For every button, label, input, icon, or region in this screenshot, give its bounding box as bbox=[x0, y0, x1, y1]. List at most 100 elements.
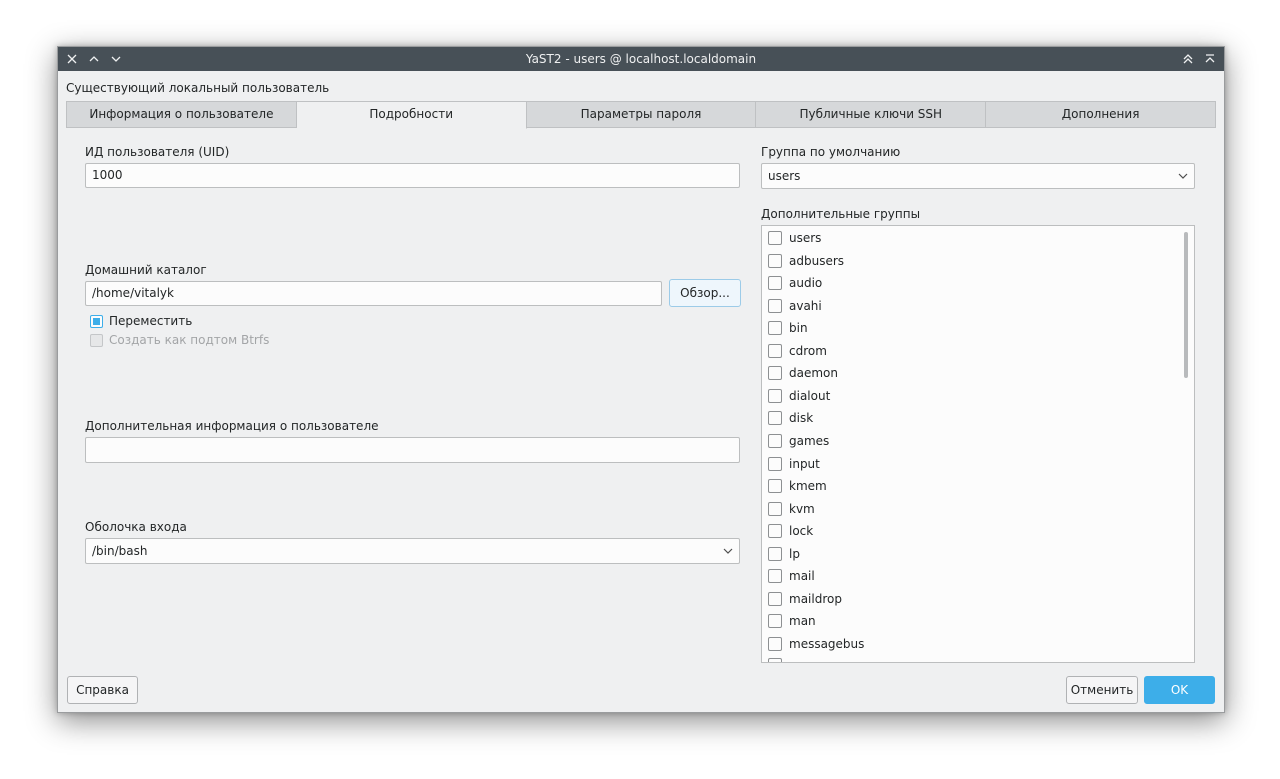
group-label: disk bbox=[789, 411, 814, 426]
help-button[interactable]: Справка bbox=[67, 676, 138, 704]
shell-select-value: /bin/bash bbox=[92, 544, 148, 558]
group-checkbox[interactable] bbox=[768, 614, 782, 629]
list-item-lp[interactable]: lp bbox=[768, 543, 800, 565]
list-item-input[interactable]: input bbox=[768, 453, 820, 475]
group-checkbox[interactable] bbox=[768, 276, 782, 291]
group-checkbox[interactable] bbox=[768, 546, 782, 561]
tab-ssh-keys[interactable]: Публичные ключи SSH bbox=[756, 101, 987, 128]
uid-input[interactable]: 1000 bbox=[85, 163, 740, 188]
title-bar: YaST2 - users @ localhost.localdomain bbox=[58, 47, 1224, 71]
group-checkbox[interactable] bbox=[768, 298, 782, 313]
group-checkbox[interactable] bbox=[768, 411, 782, 426]
list-item-daemon[interactable]: daemon bbox=[768, 362, 838, 384]
group-checkbox[interactable] bbox=[768, 433, 782, 448]
group-label: mail bbox=[789, 569, 815, 584]
group-checkbox[interactable] bbox=[768, 253, 782, 268]
browse-button[interactable]: Обзор... bbox=[669, 279, 741, 307]
move-checkbox-label: Переместить bbox=[109, 314, 193, 328]
move-checkbox[interactable] bbox=[90, 314, 103, 328]
list-item-cdrom[interactable]: cdrom bbox=[768, 340, 827, 362]
group-label: man bbox=[789, 614, 816, 629]
scrollbar[interactable] bbox=[1184, 232, 1188, 378]
shade-icon[interactable] bbox=[1180, 51, 1196, 67]
list-item-kmem[interactable]: kmem bbox=[768, 475, 827, 497]
tab-plugins[interactable]: Дополнения bbox=[986, 101, 1216, 128]
group-checkbox[interactable] bbox=[768, 366, 782, 381]
list-item-disk[interactable]: disk bbox=[768, 407, 813, 429]
group-checkbox[interactable] bbox=[768, 321, 782, 336]
group-checkbox[interactable] bbox=[768, 456, 782, 471]
group-label: dialout bbox=[789, 388, 831, 403]
list-item-maildrop[interactable]: maildrop bbox=[768, 588, 842, 610]
group-label: games bbox=[789, 433, 830, 448]
btrfs-checkbox-row: Создать как подтом Btrfs bbox=[90, 333, 269, 347]
group-label: maildrop bbox=[789, 591, 842, 606]
list-item-users[interactable]: users bbox=[768, 227, 821, 249]
group-label: adbusers bbox=[789, 253, 845, 268]
list-item-audio[interactable]: audio bbox=[768, 272, 822, 294]
extra-groups-label: Дополнительные группы bbox=[761, 207, 921, 221]
tab-password-settings[interactable]: Параметры пароля bbox=[526, 101, 757, 128]
move-checkbox-row[interactable]: Переместить bbox=[90, 314, 192, 328]
minimize-icon[interactable] bbox=[108, 51, 124, 67]
group-label: bin bbox=[789, 321, 808, 336]
list-item-bin[interactable]: bin bbox=[768, 317, 808, 339]
extra-groups-list[interactable]: users adbusers audio avahi bin cdrom daemon dia… bbox=[761, 225, 1195, 663]
list-item-man[interactable]: man bbox=[768, 610, 816, 632]
default-group-label: Группа по умолчанию bbox=[761, 145, 901, 159]
group-checkbox[interactable] bbox=[768, 501, 782, 516]
group-checkbox[interactable] bbox=[768, 343, 782, 358]
cancel-button[interactable]: Отменить bbox=[1066, 676, 1138, 704]
home-dir-input[interactable]: /home/vitalyk bbox=[85, 281, 662, 306]
tab-bar: Информация о пользователе Подробности Па… bbox=[66, 101, 1216, 129]
group-label: lp bbox=[789, 546, 800, 561]
list-item-dialout[interactable]: dialout bbox=[768, 385, 830, 407]
keep-above-icon[interactable] bbox=[86, 51, 102, 67]
btrfs-checkbox bbox=[90, 333, 103, 347]
group-checkbox[interactable] bbox=[768, 591, 782, 606]
group-label: audio bbox=[789, 276, 823, 291]
list-item-messagebus[interactable]: messagebus bbox=[768, 633, 864, 655]
list-item-partial bbox=[768, 654, 782, 662]
maximize-icon[interactable] bbox=[1202, 51, 1218, 67]
list-item-adbusers[interactable]: adbusers bbox=[768, 250, 844, 272]
extra-info-input[interactable] bbox=[85, 437, 740, 463]
group-label: cdrom bbox=[789, 343, 827, 358]
group-checkbox bbox=[768, 658, 782, 662]
group-label: lock bbox=[789, 524, 814, 539]
group-label: kmem bbox=[789, 479, 827, 494]
group-label: input bbox=[789, 456, 820, 471]
group-label: kvm bbox=[789, 501, 815, 516]
list-item-lock[interactable]: lock bbox=[768, 520, 813, 542]
uid-label: ИД пользователя (UID) bbox=[85, 145, 230, 159]
list-item-avahi[interactable]: avahi bbox=[768, 295, 822, 317]
default-group-select[interactable]: users bbox=[761, 163, 1195, 189]
window-title: YaST2 - users @ localhost.localdomain bbox=[525, 52, 757, 66]
list-item-games[interactable]: games bbox=[768, 430, 829, 452]
list-item-mail[interactable]: mail bbox=[768, 565, 815, 587]
list-item-kvm[interactable]: kvm bbox=[768, 498, 815, 520]
group-label: avahi bbox=[789, 298, 822, 313]
group-checkbox[interactable] bbox=[768, 636, 782, 651]
group-checkbox[interactable] bbox=[768, 569, 782, 584]
home-dir-label: Домашний каталог bbox=[85, 263, 207, 277]
group-label: messagebus bbox=[789, 636, 865, 651]
ok-button[interactable]: OK bbox=[1144, 676, 1215, 704]
dialog-title: Существующий локальный пользователь bbox=[66, 81, 330, 95]
btrfs-checkbox-label: Создать как подтом Btrfs bbox=[109, 333, 270, 347]
group-label: daemon bbox=[789, 366, 838, 381]
close-icon[interactable] bbox=[64, 51, 80, 67]
shell-label: Оболочка входа bbox=[85, 520, 187, 534]
group-checkbox[interactable] bbox=[768, 231, 782, 245]
chevron-down-icon bbox=[723, 548, 733, 554]
tab-details[interactable]: Подробности bbox=[296, 101, 527, 129]
group-checkbox[interactable] bbox=[768, 388, 782, 403]
group-checkbox[interactable] bbox=[768, 479, 782, 494]
shell-select[interactable]: /bin/bash bbox=[85, 538, 740, 564]
tab-user-info[interactable]: Информация о пользователе bbox=[66, 101, 297, 128]
extra-info-label: Дополнительная информация о пользователе bbox=[85, 419, 379, 433]
default-group-value: users bbox=[768, 169, 801, 183]
chevron-down-icon bbox=[1178, 173, 1188, 179]
yast-window: YaST2 - users @ localhost.localdomain Су… bbox=[57, 46, 1225, 713]
group-checkbox[interactable] bbox=[768, 524, 782, 539]
